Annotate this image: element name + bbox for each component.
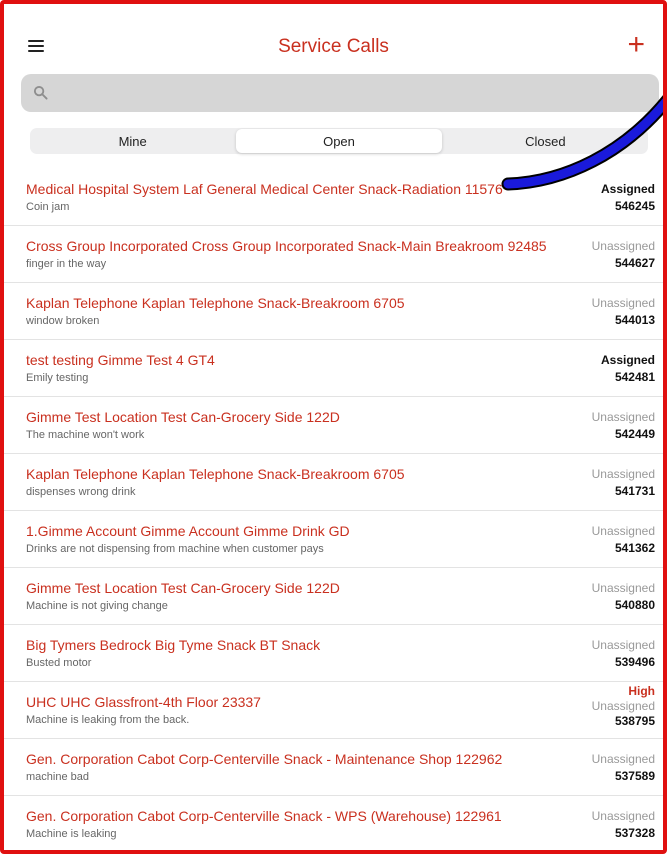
call-description: machine bad (26, 771, 89, 783)
status-badge: Unassigned (591, 638, 655, 652)
call-meta: Assigned 542481 (601, 352, 655, 386)
call-meta: Unassigned 542449 (592, 409, 655, 443)
call-description: Machine is leaking from the back. (26, 714, 190, 726)
call-meta: Unassigned 537589 (592, 751, 655, 785)
service-call-row[interactable]: Gen. Corporation Cabot Corp-Centerville … (4, 796, 663, 850)
status-badge: Unassigned (591, 410, 655, 424)
service-call-row[interactable]: UHC UHC Glassfront-4th Floor 23337 Machin… (4, 682, 663, 739)
call-meta: Unassigned 540880 (592, 580, 655, 614)
service-call-row[interactable]: Kaplan Telephone Kaplan Telephone Snack-… (4, 283, 663, 340)
call-number: 538795 (614, 714, 655, 728)
call-location-name: Big Tymers Bedrock Big Tyme Snack BT Sna… (26, 637, 321, 653)
call-location-name: Cross Group Incorporated Cross Group Inc… (26, 238, 547, 254)
call-number: 542449 (614, 427, 655, 441)
call-description: Coin jam (26, 201, 70, 213)
call-number: 537328 (614, 826, 655, 840)
call-location-name: Gen. Corporation Cabot Corp-Centerville … (26, 808, 502, 824)
service-call-row[interactable]: Kaplan Telephone Kaplan Telephone Snack-… (4, 454, 663, 511)
call-location-name: Gen. Corporation Cabot Corp-Centerville … (26, 751, 503, 767)
call-number: 541731 (614, 484, 655, 498)
call-meta: Unassigned 544013 (592, 295, 655, 329)
priority-badge: High (628, 684, 655, 698)
call-number: 537589 (614, 769, 655, 783)
call-location-name: Medical Hospital System Laf General Medi… (26, 181, 503, 197)
call-number: 542481 (614, 370, 655, 384)
call-meta: High Unassigned 538795 (592, 684, 655, 729)
service-call-row[interactable]: Gimme Test Location Test Can-Grocery Sid… (4, 397, 663, 454)
call-meta: Unassigned 539496 (592, 637, 655, 671)
status-badge: Unassigned (591, 581, 655, 595)
call-number: 544013 (614, 313, 655, 327)
service-call-list: Medical Hospital System Laf General Medi… (4, 169, 663, 850)
service-call-row[interactable]: 1.Gimme Account Gimme Account Gimme Drin… (4, 511, 663, 568)
service-call-row[interactable]: Gen. Corporation Cabot Corp-Centerville … (4, 739, 663, 796)
call-number: 540880 (614, 598, 655, 612)
service-call-row[interactable]: Gimme Test Location Test Can-Grocery Sid… (4, 568, 663, 625)
call-meta: Unassigned 541362 (592, 523, 655, 557)
status-badge: Unassigned (591, 809, 655, 823)
call-description: Busted motor (26, 657, 92, 669)
call-description: The machine won't work (26, 429, 145, 441)
page-title: Service Calls (278, 36, 389, 57)
call-description: Machine is not giving change (26, 600, 168, 612)
service-call-row[interactable]: Cross Group Incorporated Cross Group Inc… (4, 226, 663, 283)
status-badge: Unassigned (591, 296, 655, 310)
call-location-name: Kaplan Telephone Kaplan Telephone Snack-… (26, 466, 405, 482)
call-description: finger in the way (26, 258, 107, 270)
call-location-name: 1.Gimme Account Gimme Account Gimme Drin… (26, 523, 350, 539)
call-meta: Unassigned 537328 (592, 808, 655, 842)
status-badge: Unassigned (591, 467, 655, 481)
call-location-name: UHC UHC Glassfront-4th Floor 23337 (26, 694, 261, 710)
app-frame: Service Calls + Mine Open Closed Medical… (0, 0, 667, 854)
call-location-name: Gimme Test Location Test Can-Grocery Sid… (26, 580, 340, 596)
call-number: 544627 (614, 256, 655, 270)
call-meta: Unassigned 544627 (592, 238, 655, 272)
annotation-arrow (501, 95, 663, 191)
call-location-name: test testing Gimme Test 4 GT4 (26, 352, 215, 368)
call-number: 539496 (614, 655, 655, 669)
call-description: Drinks are not dispensing from machine w… (26, 543, 324, 555)
status-badge: Unassigned (591, 699, 655, 713)
service-call-row[interactable]: Big Tymers Bedrock Big Tyme Snack BT Sna… (4, 625, 663, 682)
call-description: Machine is leaking (26, 828, 117, 840)
nav-header: Service Calls + (4, 4, 663, 74)
plus-icon[interactable]: + (627, 30, 645, 60)
status-badge: Assigned (600, 353, 655, 367)
status-badge: Unassigned (591, 752, 655, 766)
service-call-row[interactable]: test testing Gimme Test 4 GT4 Emily testi… (4, 340, 663, 397)
call-description: Emily testing (26, 372, 89, 384)
call-number: 546245 (614, 199, 655, 213)
call-number: 541362 (614, 541, 655, 555)
call-location-name: Kaplan Telephone Kaplan Telephone Snack-… (26, 295, 405, 311)
tab-mine[interactable]: Mine (30, 128, 235, 154)
tab-open[interactable]: Open (236, 129, 442, 153)
status-badge: Unassigned (591, 239, 655, 253)
call-meta: Unassigned 541731 (592, 466, 655, 500)
search-icon (33, 85, 48, 100)
call-description: window broken (26, 315, 100, 327)
call-location-name: Gimme Test Location Test Can-Grocery Sid… (26, 409, 340, 425)
status-badge: Unassigned (591, 524, 655, 538)
call-description: dispenses wrong drink (26, 486, 136, 498)
